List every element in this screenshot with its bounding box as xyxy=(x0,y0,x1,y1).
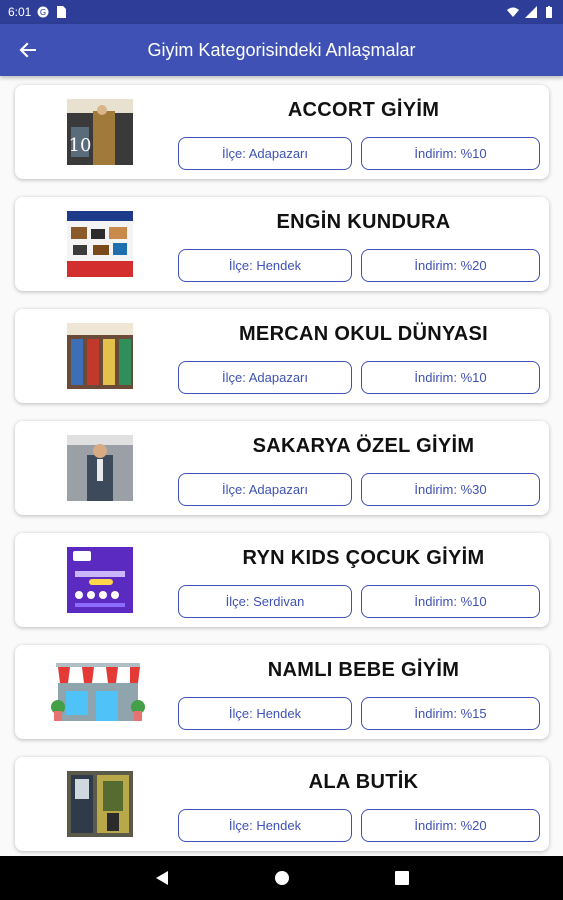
district-badge[interactable]: İlçe: Serdivan xyxy=(178,585,352,618)
discount-badge[interactable]: İndirim: %10 xyxy=(361,585,540,618)
battery-icon xyxy=(546,6,552,18)
deal-thumbnail xyxy=(67,211,133,277)
shop-name: MERCAN OKUL DÜNYASI xyxy=(238,323,489,345)
district-badge[interactable]: İlçe: Hendek xyxy=(178,249,352,282)
shop-name: SAKARYA ÖZEL GİYİM xyxy=(252,435,475,457)
triangle-back-icon xyxy=(155,871,168,885)
nav-home-button[interactable] xyxy=(270,866,294,890)
discount-badge[interactable]: İndirim: %10 xyxy=(361,137,540,170)
nav-recents-button[interactable] xyxy=(390,866,414,890)
discount-badge[interactable]: İndirim: %10 xyxy=(361,361,540,394)
district-badge[interactable]: İlçe: Hendek xyxy=(178,697,352,730)
cellular-icon xyxy=(525,6,537,18)
nav-back-button[interactable] xyxy=(150,866,174,890)
discount-badge[interactable]: İndirim: %20 xyxy=(361,809,540,842)
deal-card[interactable]: ALA BUTİK İlçe: Hendek İndirim: %20 xyxy=(15,757,549,851)
deal-thumbnail xyxy=(67,771,133,837)
deal-card[interactable]: MERCAN OKUL DÜNYASI İlçe: Adapazarı İndi… xyxy=(15,309,549,403)
shop-name: ENGİN KUNDURA xyxy=(276,211,451,233)
discount-badge[interactable]: İndirim: %15 xyxy=(361,697,540,730)
home-circle-icon xyxy=(274,871,289,885)
status-time: 6:01 xyxy=(8,5,32,19)
status-bar: 6:01 G xyxy=(0,0,563,24)
svg-text:10: 10 xyxy=(69,135,92,156)
deal-thumbnail xyxy=(67,323,133,389)
shop-name: ALA BUTİK xyxy=(308,771,419,793)
district-badge[interactable]: İlçe: Hendek xyxy=(178,809,352,842)
district-badge[interactable]: İlçe: Adapazarı xyxy=(178,361,352,394)
svg-text:G: G xyxy=(40,8,46,17)
notification-icon: G xyxy=(37,6,49,18)
storefront-icon xyxy=(50,663,146,723)
discount-badge[interactable]: İndirim: %20 xyxy=(361,249,540,282)
navigation-bar xyxy=(0,856,563,900)
deal-card[interactable]: RYN KIDS ÇOCUK GİYİM İlçe: Serdivan İndi… xyxy=(15,533,549,627)
back-button[interactable] xyxy=(0,24,56,76)
shop-name: RYN KIDS ÇOCUK GİYİM xyxy=(242,547,485,569)
square-recents-icon xyxy=(394,871,409,885)
deal-card[interactable]: ENGİN KUNDURA İlçe: Hendek İndirim: %20 xyxy=(15,197,549,291)
discount-badge[interactable]: İndirim: %30 xyxy=(361,473,540,506)
deal-thumbnail: 10 xyxy=(67,99,133,165)
page-title: Giyim Kategorisindeki Anlaşmalar xyxy=(147,39,416,60)
deal-card[interactable]: SAKARYA ÖZEL GİYİM İlçe: Adapazarı İndir… xyxy=(15,421,549,515)
wifi-icon xyxy=(507,7,519,17)
shop-name: ACCORT GİYİM xyxy=(287,99,440,121)
sim-card-icon xyxy=(57,6,67,18)
app-bar: Giyim Kategorisindeki Anlaşmalar xyxy=(0,24,563,76)
deals-list[interactable]: 10 ACCORT GİYİM İlçe: Adapazarı İndirim:… xyxy=(0,76,563,856)
shop-name: NAMLI BEBE GİYİM xyxy=(267,659,460,681)
deal-card[interactable]: NAMLI BEBE GİYİM İlçe: Hendek İndirim: %… xyxy=(15,645,549,739)
deal-thumbnail xyxy=(67,435,133,501)
district-badge[interactable]: İlçe: Adapazarı xyxy=(178,473,352,506)
deal-card[interactable]: 10 ACCORT GİYİM İlçe: Adapazarı İndirim:… xyxy=(15,85,549,179)
arrow-back-icon xyxy=(19,42,36,58)
district-badge[interactable]: İlçe: Adapazarı xyxy=(178,137,352,170)
deal-thumbnail xyxy=(67,547,133,613)
